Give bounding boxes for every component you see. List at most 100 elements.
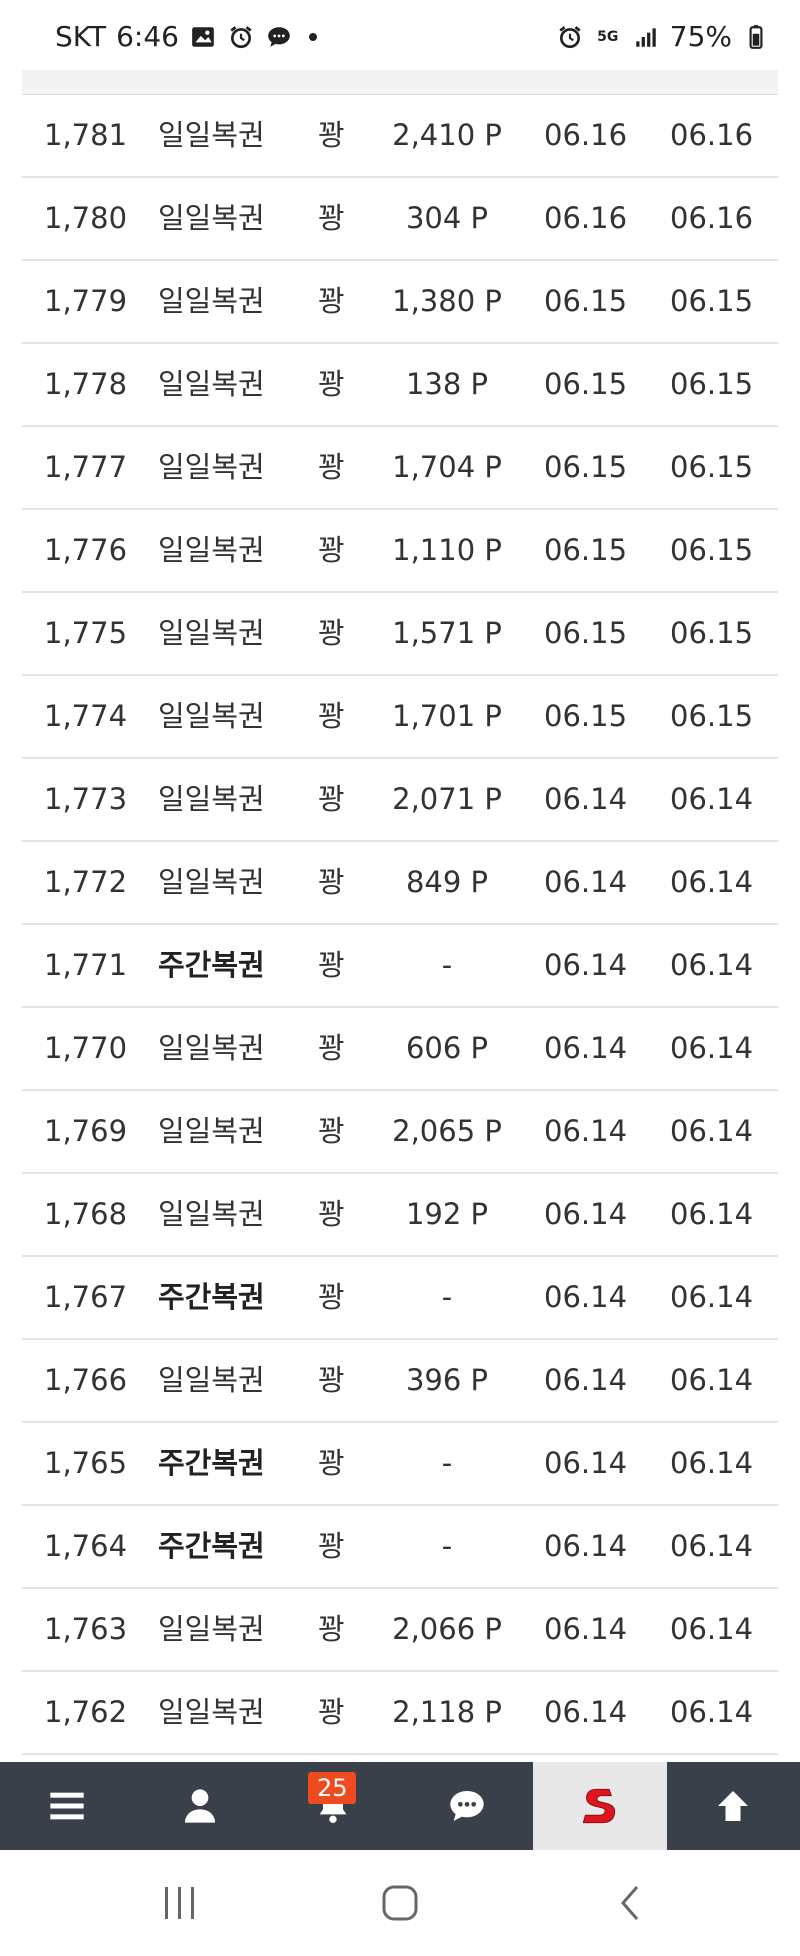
network-5g-icon: 5G — [597, 28, 619, 45]
draw-date: 06.14 — [544, 1280, 628, 1314]
lottery-type: 일일복권 — [158, 450, 265, 484]
scroll-top-button[interactable] — [667, 1762, 800, 1850]
points-value: - — [441, 1280, 453, 1314]
notifications-button[interactable]: 25 — [267, 1762, 400, 1850]
points-value: 2,066 P — [392, 1612, 502, 1646]
result-label: 꽝 — [318, 699, 345, 733]
result-date: 06.14 — [670, 865, 754, 899]
points-value: 192 P — [405, 1197, 489, 1231]
result-label: 꽝 — [318, 1280, 345, 1314]
row-number: 1,767 — [44, 1280, 128, 1314]
lottery-type: 일일복권 — [158, 367, 265, 401]
result-label: 꽝 — [318, 1363, 345, 1397]
table-row: 1,763 일일복권 꽝 2,066 P 06.14 06.14 — [22, 1589, 778, 1672]
site-logo-button[interactable] — [533, 1762, 667, 1850]
draw-date: 06.14 — [544, 1612, 628, 1646]
result-date: 06.14 — [670, 1695, 754, 1729]
row-number: 1,780 — [44, 201, 128, 235]
result-label: 꽝 — [318, 1031, 345, 1065]
table-row: 1,766 일일복권 꽝 396 P 06.14 06.14 — [22, 1340, 778, 1423]
status-right: 5G 75% — [556, 20, 770, 53]
back-button[interactable] — [600, 1880, 660, 1926]
recent-apps-icon — [165, 1887, 194, 1919]
lottery-type: 일일복권 — [158, 1197, 265, 1231]
lottery-type: 주간복권 — [158, 1529, 265, 1563]
points-value: 138 P — [405, 367, 489, 401]
result-label: 꽝 — [318, 533, 345, 567]
system-navigation-bar — [0, 1850, 800, 1956]
table-row: 1,771 주간복권 꽝 - 06.14 06.14 — [22, 925, 778, 1008]
notification-dot-icon — [308, 32, 317, 41]
status-left: SKT 6:46 — [55, 20, 317, 53]
menu-icon — [49, 1792, 84, 1820]
draw-date: 06.15 — [544, 284, 628, 318]
table-row: 1,773 일일복권 꽝 2,071 P 06.14 06.14 — [22, 759, 778, 842]
site-logo-icon — [582, 1788, 616, 1824]
draw-date: 06.14 — [544, 948, 628, 982]
lottery-type: 주간복권 — [158, 948, 265, 982]
result-label: 꽝 — [318, 1695, 345, 1729]
result-date: 06.15 — [670, 699, 754, 733]
lottery-type: 일일복권 — [158, 533, 265, 567]
image-icon — [189, 23, 217, 51]
row-number: 1,775 — [44, 616, 128, 650]
result-label: 꽝 — [318, 118, 345, 152]
clock-time: 6:46 — [116, 20, 179, 53]
profile-button[interactable] — [133, 1762, 266, 1850]
lottery-type: 일일복권 — [158, 284, 265, 318]
points-value: 396 P — [405, 1363, 489, 1397]
table-header-strip — [22, 70, 778, 95]
result-date: 06.15 — [670, 284, 754, 318]
result-date: 06.15 — [670, 533, 754, 567]
lottery-type: 일일복권 — [158, 699, 265, 733]
draw-date: 06.14 — [544, 1446, 628, 1480]
notification-count-badge: 25 — [308, 1772, 357, 1804]
points-value: 1,701 P — [392, 699, 502, 733]
points-value: - — [441, 1529, 453, 1563]
table-row: 1,770 일일복권 꽝 606 P 06.14 06.14 — [22, 1008, 778, 1091]
points-value: 1,704 P — [392, 450, 502, 484]
result-label: 꽝 — [318, 865, 345, 899]
draw-date: 06.14 — [544, 1031, 628, 1065]
bottom-navigation: 25 — [0, 1762, 800, 1850]
row-number: 1,779 — [44, 284, 128, 318]
draw-date: 06.16 — [544, 118, 628, 152]
result-label: 꽝 — [318, 948, 345, 982]
row-number: 1,770 — [44, 1031, 128, 1065]
row-number: 1,762 — [44, 1695, 128, 1729]
table-row: 1,767 주간복권 꽝 - 06.14 06.14 — [22, 1257, 778, 1340]
chat-button[interactable] — [400, 1762, 533, 1850]
result-date: 06.14 — [670, 1031, 754, 1065]
battery-icon — [742, 23, 770, 51]
lottery-type: 주간복권 — [158, 1446, 265, 1480]
row-number: 1,764 — [44, 1529, 128, 1563]
arrow-up-icon — [718, 1791, 749, 1821]
points-value: - — [441, 948, 453, 982]
draw-date: 06.14 — [544, 1363, 628, 1397]
row-number: 1,768 — [44, 1197, 128, 1231]
menu-button[interactable] — [0, 1762, 133, 1850]
row-number: 1,763 — [44, 1612, 128, 1646]
row-number: 1,777 — [44, 450, 128, 484]
result-label: 꽝 — [318, 1612, 345, 1646]
home-button[interactable] — [370, 1880, 430, 1926]
result-date: 06.14 — [670, 1529, 754, 1563]
draw-date: 06.15 — [544, 616, 628, 650]
recent-apps-button[interactable] — [150, 1880, 210, 1926]
lottery-type: 일일복권 — [158, 1031, 265, 1065]
points-value: 2,065 P — [392, 1114, 502, 1148]
battery-percent: 75% — [669, 20, 732, 53]
lottery-type: 일일복권 — [158, 201, 265, 235]
draw-date: 06.14 — [544, 865, 628, 899]
alarm-icon — [556, 23, 584, 51]
draw-date: 06.14 — [544, 1529, 628, 1563]
result-date: 06.14 — [670, 948, 754, 982]
table-row: 1,778 일일복권 꽝 138 P 06.15 06.15 — [22, 344, 778, 427]
table-row: 1,765 주간복권 꽝 - 06.14 06.14 — [22, 1423, 778, 1506]
table-row: 1,776 일일복권 꽝 1,110 P 06.15 06.15 — [22, 510, 778, 593]
alarm-icon — [227, 23, 255, 51]
draw-date: 06.14 — [544, 1114, 628, 1148]
table-row: 1,762 일일복권 꽝 2,118 P 06.14 06.14 — [22, 1672, 778, 1755]
draw-date: 06.15 — [544, 533, 628, 567]
lottery-type: 일일복권 — [158, 1695, 265, 1729]
